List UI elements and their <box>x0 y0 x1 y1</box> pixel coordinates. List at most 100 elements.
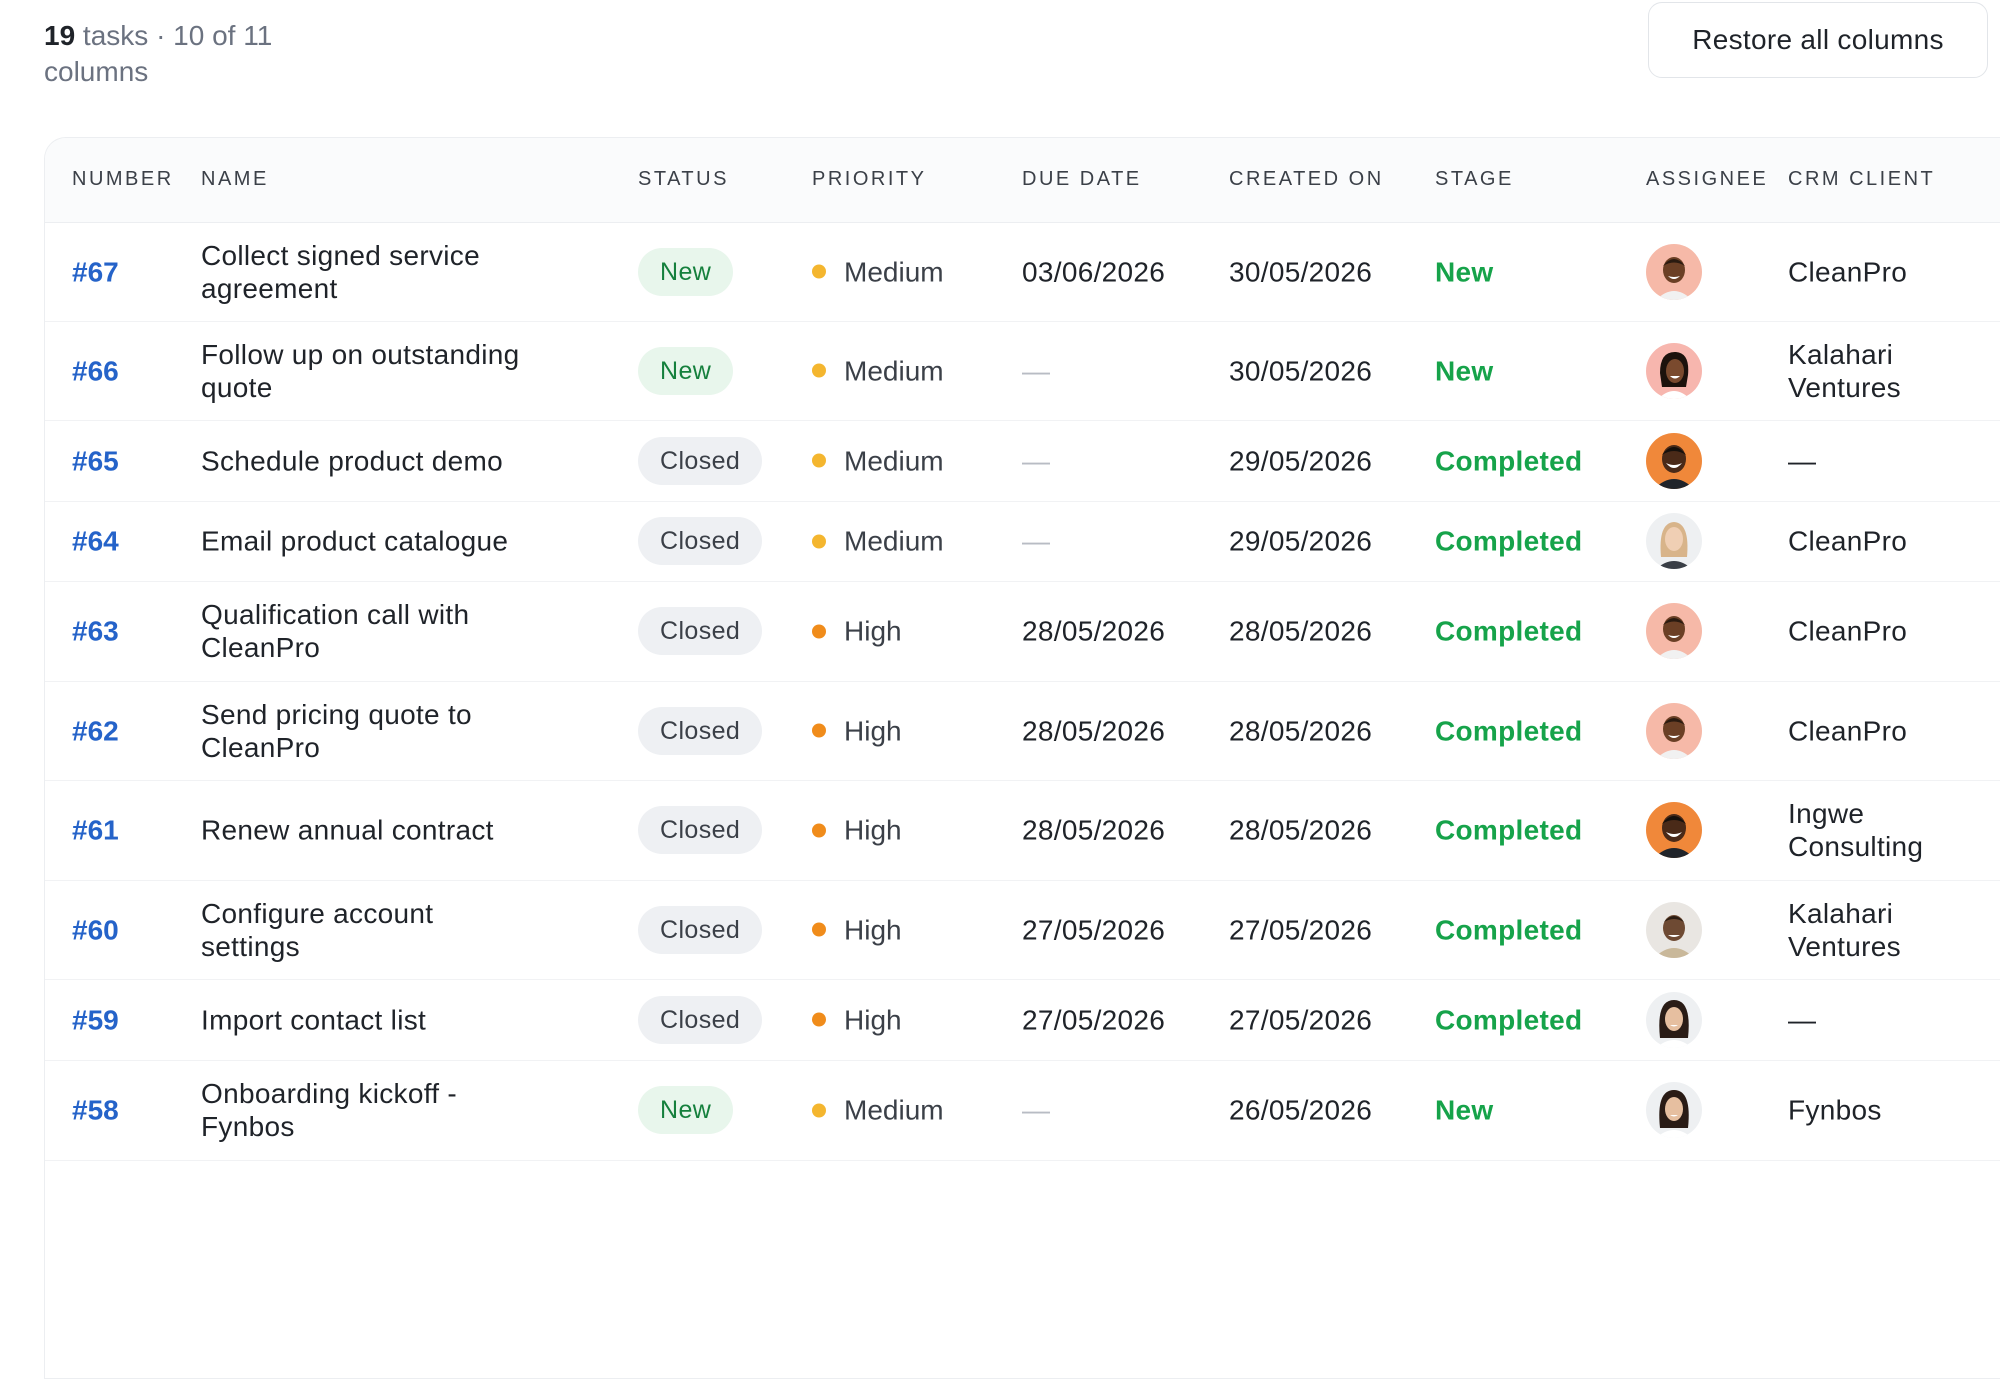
avatar-6-icon <box>1646 1082 1702 1138</box>
priority: Medium <box>812 444 944 477</box>
assignee-avatar[interactable] <box>1646 343 1702 399</box>
priority-dot-icon <box>812 453 826 468</box>
column-header-due-date[interactable]: DUE DATE <box>1022 168 1142 191</box>
crm-client[interactable]: — <box>1788 444 1958 477</box>
avatar-3-icon <box>1646 802 1702 858</box>
task-name[interactable]: Onboarding kickoff - Fynbos <box>201 1077 531 1143</box>
assignee-avatar[interactable] <box>1646 703 1702 759</box>
due-date: 03/06/2026 <box>1022 256 1166 287</box>
task-number-link[interactable]: #60 <box>72 913 119 946</box>
column-header-assignee[interactable]: ASSIGNEE <box>1646 168 1768 191</box>
crm-client[interactable]: CleanPro <box>1788 714 1958 747</box>
assignee-avatar[interactable] <box>1646 902 1702 958</box>
task-number-link[interactable]: #66 <box>72 354 119 387</box>
due-date: 28/05/2026 <box>1022 814 1166 846</box>
crm-client[interactable]: CleanPro <box>1788 255 1958 288</box>
column-header-number[interactable]: NUMBER <box>72 168 174 191</box>
crm-client[interactable]: Kalahari Ventures <box>1788 338 1958 404</box>
task-number-link[interactable]: #62 <box>72 714 119 747</box>
task-name[interactable]: Configure account settings <box>201 897 531 963</box>
table-row[interactable]: #66 Follow up on outstanding quote New M… <box>45 321 2000 421</box>
task-number-link[interactable]: #65 <box>72 444 119 477</box>
task-summary: 19 tasks · 10 of 11 columns <box>44 18 344 90</box>
crm-client[interactable]: CleanPro <box>1788 525 1958 558</box>
column-header-crm-client[interactable]: CRM CLIENT <box>1788 168 1935 191</box>
status-label: Closed <box>638 806 763 854</box>
created-on: 28/05/2026 <box>1229 814 1373 846</box>
task-name[interactable]: Renew annual contract <box>201 814 531 847</box>
stage: Completed <box>1435 814 1583 846</box>
task-number-link[interactable]: #64 <box>72 525 119 558</box>
restore-all-columns-button[interactable]: Restore all columns <box>1648 2 1988 78</box>
avatar-3-icon <box>1646 433 1702 489</box>
table-row[interactable]: #65 Schedule product demo Closed Medium … <box>45 420 2000 502</box>
priority: High <box>812 814 902 847</box>
stage: Completed <box>1435 445 1583 476</box>
stage: Completed <box>1435 914 1583 945</box>
priority-label: High <box>844 615 902 647</box>
status-label: Closed <box>638 436 763 485</box>
stage: New <box>1435 256 1494 287</box>
task-name[interactable]: Schedule product demo <box>201 444 531 477</box>
assignee-avatar[interactable] <box>1646 992 1702 1048</box>
column-header-stage[interactable]: STAGE <box>1435 168 1514 191</box>
task-name[interactable]: Collect signed service agreement <box>201 239 531 305</box>
crm-client[interactable]: Kalahari Ventures <box>1788 897 1958 963</box>
priority-dot-icon <box>812 1012 826 1027</box>
stage: Completed <box>1435 715 1583 746</box>
crm-client[interactable]: CleanPro <box>1788 615 1958 648</box>
stage: Completed <box>1435 1004 1583 1035</box>
column-header-status[interactable]: STATUS <box>638 168 729 191</box>
assignee-avatar[interactable] <box>1646 802 1702 858</box>
table-row[interactable]: #63 Qualification call with CleanPro Clo… <box>45 581 2000 682</box>
assignee-avatar[interactable] <box>1646 433 1702 489</box>
task-name[interactable]: Email product catalogue <box>201 525 531 558</box>
due-date: — <box>1022 355 1051 386</box>
avatar-1-icon <box>1646 244 1702 300</box>
task-number-link[interactable]: #61 <box>72 814 119 847</box>
assignee-avatar[interactable] <box>1646 244 1702 300</box>
table-row[interactable]: #60 Configure account settings Closed Hi… <box>45 880 2000 980</box>
status-badge: New <box>638 247 734 296</box>
priority-dot-icon <box>812 264 826 279</box>
column-header-priority[interactable]: PRIORITY <box>812 168 926 191</box>
table-row[interactable]: #62 Send pricing quote to CleanPro Close… <box>45 681 2000 781</box>
priority-dot-icon <box>812 534 826 548</box>
table-row[interactable]: #67 Collect signed service agreement New… <box>45 222 2000 322</box>
assignee-avatar[interactable] <box>1646 513 1702 569</box>
priority-label: High <box>844 814 902 846</box>
due-date: 27/05/2026 <box>1022 1004 1166 1035</box>
priority-label: Medium <box>844 355 944 386</box>
crm-client[interactable]: — <box>1788 1003 1958 1036</box>
table-row[interactable]: #61 Renew annual contract Closed High 28… <box>45 780 2000 881</box>
task-name[interactable]: Follow up on outstanding quote <box>201 338 531 404</box>
task-name[interactable]: Import contact list <box>201 1003 531 1036</box>
column-header-created-on[interactable]: CREATED ON <box>1229 168 1384 191</box>
status-label: Closed <box>638 905 763 954</box>
created-on: 30/05/2026 <box>1229 256 1373 287</box>
table-row[interactable]: #59 Import contact list Closed High 27/0… <box>45 979 2000 1061</box>
task-number-link[interactable]: #58 <box>72 1094 119 1127</box>
due-date: — <box>1022 525 1051 557</box>
tasks-table: NUMBER NAME STATUS PRIORITY DUE DATE CRE… <box>44 137 2000 1379</box>
due-date: 28/05/2026 <box>1022 615 1166 647</box>
assignee-avatar[interactable] <box>1646 603 1702 659</box>
task-number-link[interactable]: #59 <box>72 1003 119 1036</box>
column-header-name[interactable]: NAME <box>201 168 269 191</box>
table-row[interactable]: #64 Email product catalogue Closed Mediu… <box>45 501 2000 582</box>
task-name[interactable]: Qualification call with CleanPro <box>201 598 531 664</box>
task-number-link[interactable]: #67 <box>72 255 119 288</box>
priority-label: High <box>844 914 902 945</box>
avatar-1-icon <box>1646 703 1702 759</box>
table-row[interactable]: #58 Onboarding kickoff - Fynbos New Medi… <box>45 1060 2000 1161</box>
stage: Completed <box>1435 615 1583 647</box>
due-date: 27/05/2026 <box>1022 914 1166 945</box>
task-name[interactable]: Send pricing quote to CleanPro <box>201 698 531 764</box>
assignee-avatar[interactable] <box>1646 1082 1702 1138</box>
created-on: 28/05/2026 <box>1229 615 1373 647</box>
task-number-link[interactable]: #63 <box>72 615 119 648</box>
priority: Medium <box>812 1094 944 1127</box>
crm-client[interactable]: Fynbos <box>1788 1094 1958 1127</box>
status-badge: Closed <box>638 905 763 954</box>
crm-client[interactable]: Ingwe Consulting <box>1788 797 1958 863</box>
